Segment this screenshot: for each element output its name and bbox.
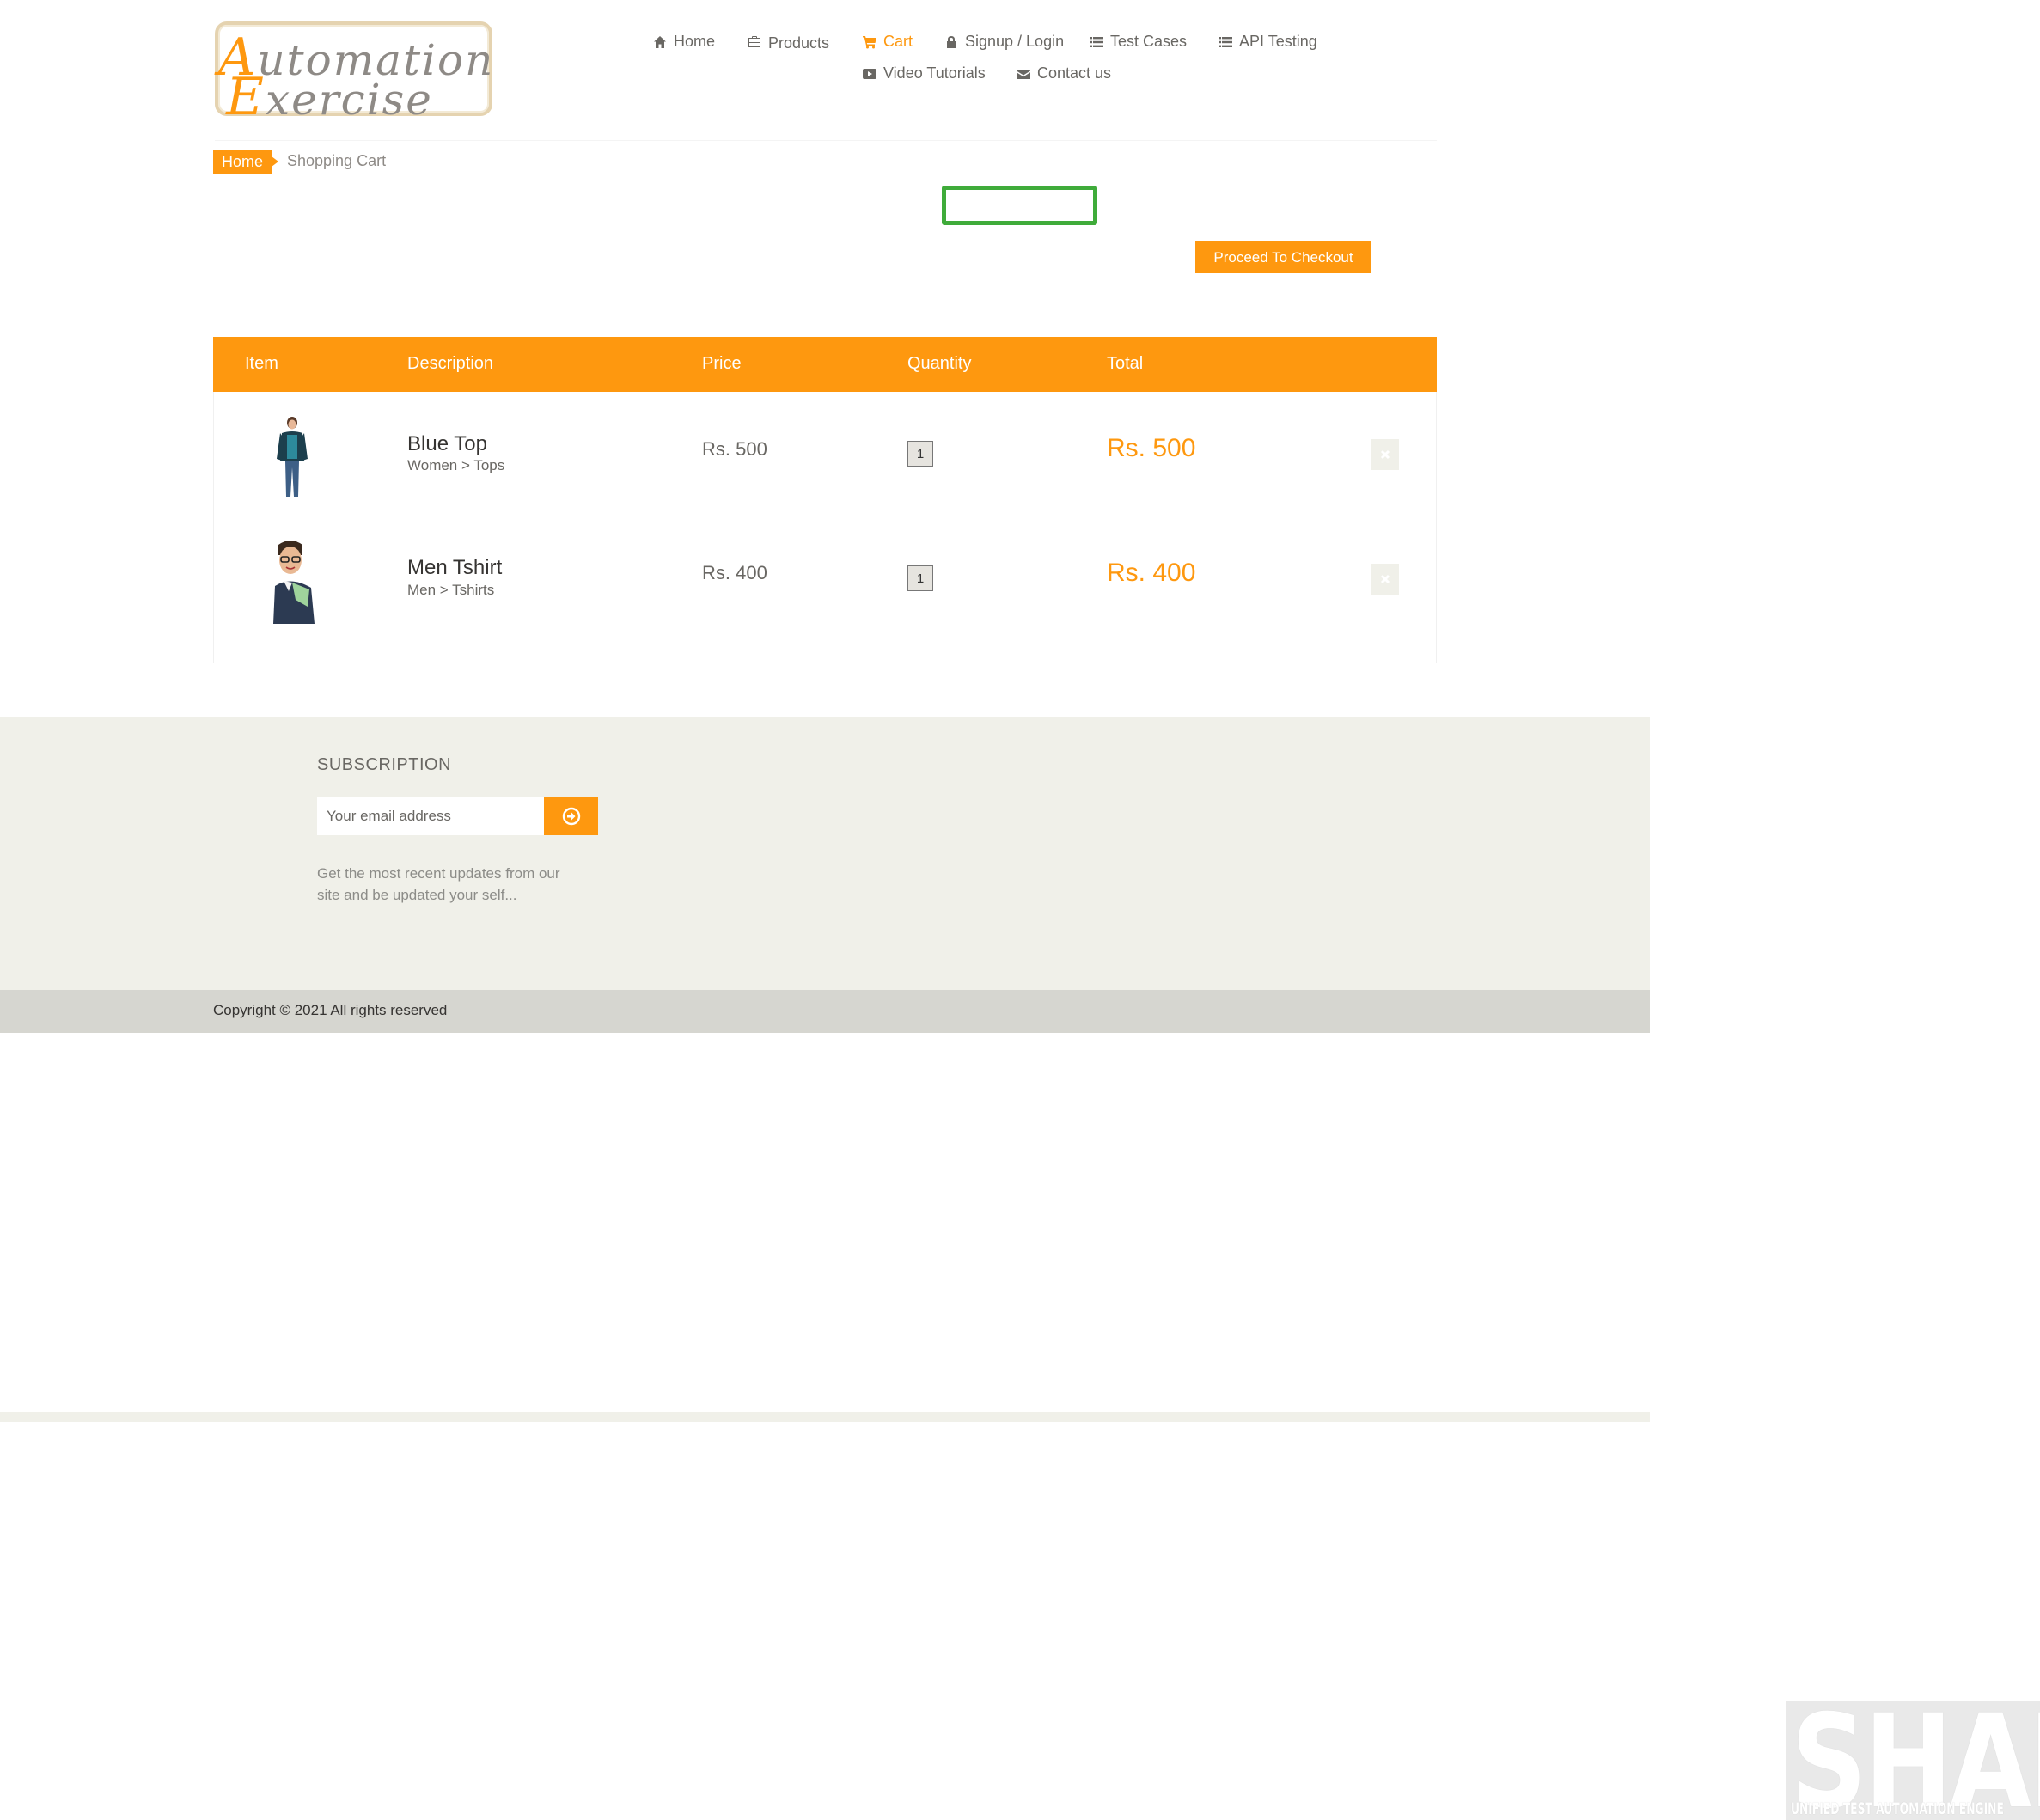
nav-api-testing[interactable]: API Testing <box>1219 33 1317 51</box>
youtube-play-icon <box>863 68 876 79</box>
subscription-email-input[interactable] <box>317 797 544 835</box>
quantity-button[interactable]: 1 <box>907 565 933 591</box>
header-divider <box>215 140 1437 141</box>
product-image-blue-top[interactable] <box>258 414 327 500</box>
list-icon <box>1219 36 1232 47</box>
site-logo[interactable]: Automation Exercise <box>215 21 492 123</box>
quantity-button[interactable]: 1 <box>907 441 933 467</box>
product-total: Rs. 400 <box>1107 559 1196 587</box>
nav-api-testing-label: API Testing <box>1239 33 1317 50</box>
envelope-icon <box>1017 69 1030 79</box>
product-name-link[interactable]: Men Tshirt <box>407 556 502 580</box>
product-category: Men > Tshirts <box>407 582 495 598</box>
header-description: Description <box>407 354 494 373</box>
header-item: Item <box>245 354 278 373</box>
product-name-link[interactable]: Blue Top <box>407 432 487 456</box>
product-image-men-tshirt[interactable] <box>258 538 327 624</box>
nav-contact-us[interactable]: Contact us <box>1017 64 1111 82</box>
nav-cart[interactable]: Cart <box>863 33 913 51</box>
delete-item-button[interactable] <box>1371 439 1399 470</box>
shaft-watermark-logo: SHAFT UNIFIED TEST AUTOMATION ENGINE <box>1786 1701 2040 1820</box>
nav-home[interactable]: Home <box>653 33 715 51</box>
delete-item-button[interactable] <box>1371 564 1399 595</box>
logo-text-2: xercise <box>265 75 433 125</box>
product-total: Rs. 500 <box>1107 434 1196 462</box>
subscription-title: SUBSCRIPTION <box>317 755 452 774</box>
product-price: Rs. 500 <box>702 438 767 460</box>
nav-cart-label: Cart <box>883 33 913 50</box>
nav-video-tutorials[interactable]: Video Tutorials <box>863 64 986 82</box>
logo-cap-e: E <box>226 67 266 127</box>
nav-products-label: Products <box>768 34 830 52</box>
nav-contact-label: Contact us <box>1037 64 1112 82</box>
product-category: Women > Tops <box>407 457 505 473</box>
product-price: Rs. 400 <box>702 562 767 583</box>
close-icon <box>1380 574 1390 584</box>
arrow-circle-right-icon <box>562 807 580 826</box>
nav-test-cases[interactable]: Test Cases <box>1090 33 1187 51</box>
list-icon <box>1090 36 1103 47</box>
nav-signup-login[interactable]: Signup / Login <box>944 33 1064 51</box>
close-icon <box>1380 449 1390 460</box>
cart-table-header: Item Description Price Quantity Total <box>213 337 1437 392</box>
briefcase-icon <box>748 35 760 47</box>
lock-icon <box>947 35 956 48</box>
header-price: Price <box>702 354 742 373</box>
header-quantity: Quantity <box>907 354 972 373</box>
page-bottom-band <box>0 1412 1650 1422</box>
watermark-subtitle: UNIFIED TEST AUTOMATION ENGINE <box>1791 1799 2004 1818</box>
nav-home-label: Home <box>674 33 716 50</box>
shopping-cart-icon <box>863 35 876 48</box>
breadcrumb-home-link[interactable]: Home <box>213 150 279 174</box>
highlight-box <box>942 186 1097 225</box>
home-icon <box>654 35 666 48</box>
logo-line-2: Exercise <box>194 71 465 123</box>
nav-signup-label: Signup / Login <box>965 33 1065 50</box>
subscription-note: Get the most recent updates from our sit… <box>317 865 560 903</box>
proceed-to-checkout-button[interactable]: Proceed To Checkout <box>1195 241 1371 273</box>
footer-widget <box>0 717 1650 990</box>
nav-test-cases-label: Test Cases <box>1110 33 1188 50</box>
breadcrumb-current: Shopping Cart <box>287 152 387 169</box>
nav-video-tutorials-label: Video Tutorials <box>883 64 986 82</box>
header-total: Total <box>1107 354 1144 373</box>
copyright-text: Copyright © 2021 All rights reserved <box>213 1002 448 1018</box>
nav-products[interactable]: Products <box>748 33 830 52</box>
subscribe-button[interactable] <box>544 797 598 835</box>
